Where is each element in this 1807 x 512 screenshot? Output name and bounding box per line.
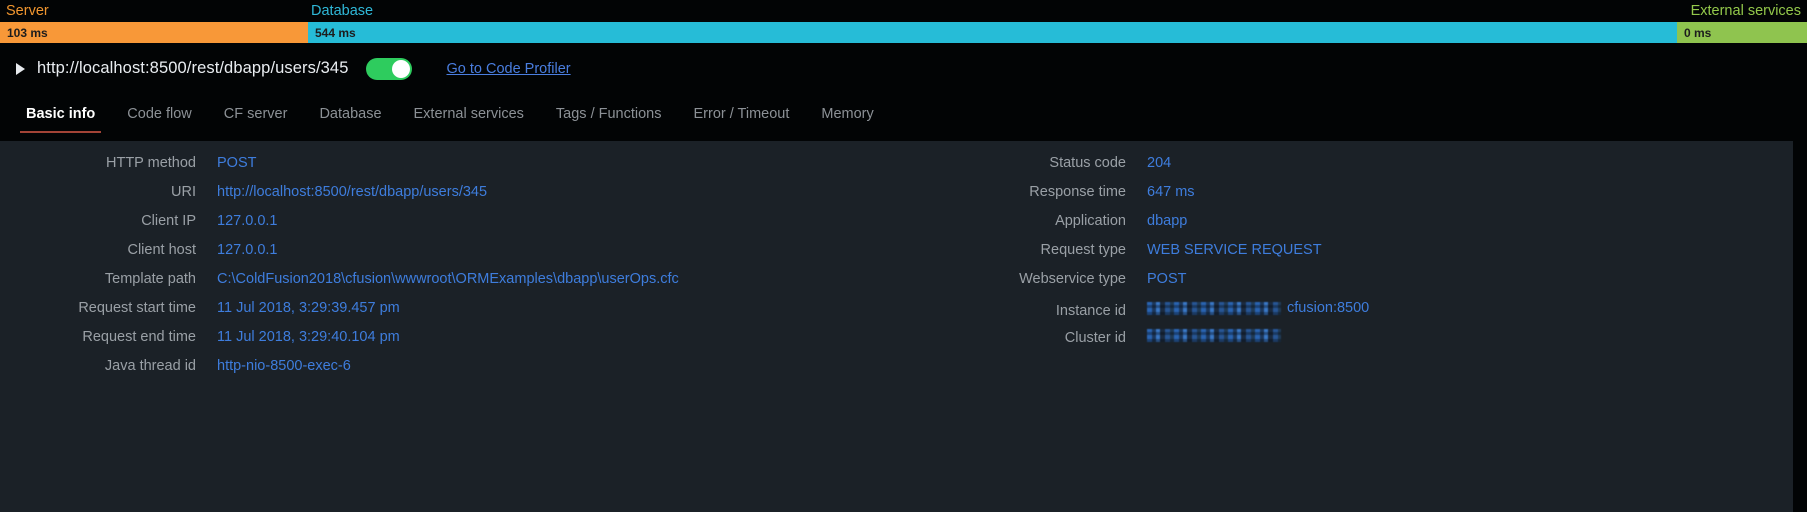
timeline-label-database: Database [311, 3, 374, 19]
tab-database[interactable]: Database [303, 106, 397, 133]
timeline-value-database: 544 ms [315, 25, 356, 40]
label-request-end-time: Request end time [82, 329, 196, 345]
label-uri: URI [171, 184, 196, 200]
tab-memory[interactable]: Memory [805, 106, 889, 133]
label-response-time: Response time [1029, 184, 1126, 200]
value-java-thread-id[interactable]: http-nio-8500-exec-6 [217, 358, 351, 374]
label-java-thread-id: Java thread id [104, 358, 196, 374]
field-application: Application dbapp [930, 213, 1790, 242]
basic-info-panel: HTTP method POST URI http://localhost:85… [0, 141, 1793, 512]
redacted-cluster-id-icon [1147, 329, 1281, 342]
expand-triangle-icon[interactable] [12, 61, 28, 77]
field-java-thread-id: Java thread id http-nio-8500-exec-6 [0, 358, 930, 387]
value-http-method[interactable]: POST [217, 155, 256, 171]
label-request-start-time: Request start time [78, 300, 196, 316]
value-request-end-time[interactable]: 11 Jul 2018, 3:29:40.104 pm [217, 329, 400, 345]
value-cluster-id[interactable] [1147, 329, 1287, 342]
field-instance-id: Instance id cfusion:8500 [930, 300, 1790, 329]
value-response-time[interactable]: 647 ms [1147, 184, 1195, 200]
tab-code-flow[interactable]: Code flow [111, 106, 207, 133]
field-request-type: Request type WEB SERVICE REQUEST [930, 242, 1790, 271]
field-client-ip: Client IP 127.0.0.1 [0, 213, 930, 242]
timeline-segment-server[interactable]: 103 ms [0, 22, 308, 43]
field-uri: URI http://localhost:8500/rest/dbapp/use… [0, 184, 930, 213]
label-http-method: HTTP method [106, 155, 196, 171]
value-request-start-time[interactable]: 11 Jul 2018, 3:29:39.457 pm [217, 300, 400, 316]
basic-info-right-column: Status code 204 Response time 647 ms App… [930, 155, 1790, 387]
value-uri[interactable]: http://localhost:8500/rest/dbapp/users/3… [217, 184, 487, 200]
field-template-path: Template path C:\ColdFusion2018\cfusion\… [0, 271, 930, 300]
cf-performance-monitor: Server Database External services 103 ms… [0, 0, 1807, 512]
value-status-code[interactable]: 204 [1147, 155, 1171, 171]
value-instance-id-text: cfusion:8500 [1287, 300, 1370, 316]
request-url[interactable]: http://localhost:8500/rest/dbapp/users/3… [37, 59, 349, 78]
toggle-knob [391, 59, 410, 78]
timeline-value-external-services: 0 ms [1684, 25, 1712, 40]
detail-tab-bar: Basic info Code flow CF server Database … [0, 91, 1807, 133]
request-timeline: Server Database External services 103 ms… [0, 0, 1807, 46]
value-client-host[interactable]: 127.0.0.1 [217, 242, 277, 258]
tab-external-services[interactable]: External services [398, 106, 540, 133]
field-client-host: Client host 127.0.0.1 [0, 242, 930, 271]
label-template-path: Template path [104, 271, 196, 287]
field-request-end-time: Request end time 11 Jul 2018, 3:29:40.10… [0, 329, 930, 358]
value-application[interactable]: dbapp [1147, 213, 1187, 229]
request-enable-toggle[interactable] [365, 57, 412, 80]
label-webservice-type: Webservice type [1019, 271, 1126, 287]
field-http-method: HTTP method POST [0, 155, 930, 184]
field-request-start-time: Request start time 11 Jul 2018, 3:29:39.… [0, 300, 930, 329]
timeline-bar: 103 ms 544 ms 0 ms [0, 22, 1807, 43]
timeline-value-server: 103 ms [7, 25, 48, 40]
tab-error-timeout[interactable]: Error / Timeout [678, 106, 806, 133]
value-client-ip[interactable]: 127.0.0.1 [217, 213, 277, 229]
value-request-type[interactable]: WEB SERVICE REQUEST [1147, 242, 1322, 258]
timeline-legend: Server Database External services [0, 0, 1807, 22]
field-webservice-type: Webservice type POST [930, 271, 1790, 300]
timeline-label-external-services: External services [1690, 3, 1801, 19]
redacted-instance-id-icon [1147, 301, 1281, 315]
field-cluster-id: Cluster id [930, 329, 1790, 358]
label-client-ip: Client IP [141, 213, 196, 229]
label-client-host: Client host [127, 242, 196, 258]
value-instance-id[interactable]: cfusion:8500 [1147, 300, 1369, 316]
tab-cf-server[interactable]: CF server [208, 106, 304, 133]
label-request-type: Request type [1040, 242, 1126, 258]
timeline-segment-external-services[interactable]: 0 ms [1677, 22, 1807, 43]
label-instance-id: Instance id [1055, 302, 1126, 319]
value-template-path[interactable]: C:\ColdFusion2018\cfusion\wwwroot\ORMExa… [217, 271, 679, 287]
go-to-code-profiler-link[interactable]: Go to Code Profiler [447, 61, 571, 77]
timeline-label-server: Server [6, 3, 49, 19]
tab-tags-functions[interactable]: Tags / Functions [540, 106, 678, 133]
tab-basic-info[interactable]: Basic info [10, 106, 111, 133]
field-response-time: Response time 647 ms [930, 184, 1790, 213]
label-application: Application [1055, 213, 1126, 229]
label-status-code: Status code [1049, 155, 1126, 171]
timeline-segment-database[interactable]: 544 ms [308, 22, 1677, 43]
basic-info-left-column: HTTP method POST URI http://localhost:85… [0, 155, 930, 387]
field-status-code: Status code 204 [930, 155, 1790, 184]
value-webservice-type[interactable]: POST [1147, 271, 1186, 287]
label-cluster-id: Cluster id [1064, 330, 1126, 346]
request-header-row: http://localhost:8500/rest/dbapp/users/3… [0, 46, 1807, 91]
